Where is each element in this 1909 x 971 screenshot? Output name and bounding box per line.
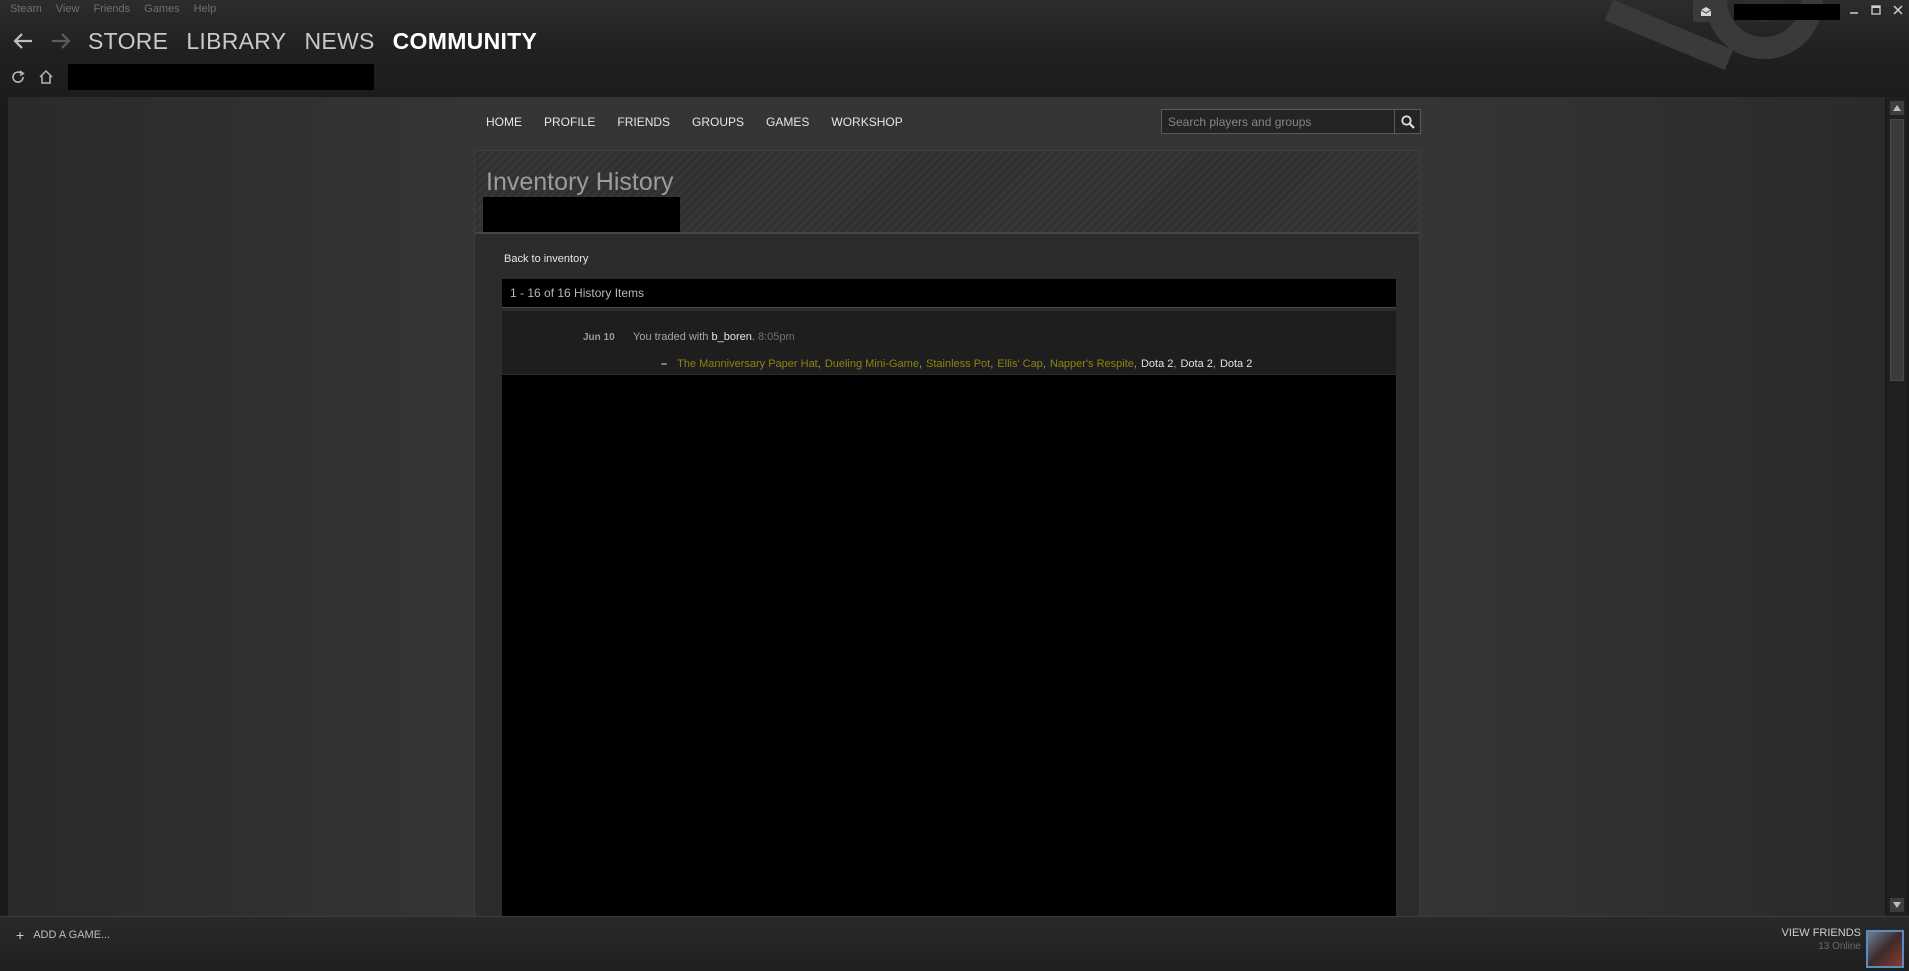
menu-help[interactable]: Help (194, 3, 217, 15)
items-removed-indicator: – (661, 358, 668, 370)
history-description: You traded with b_boren. 8:05pm (633, 331, 795, 343)
scroll-down-icon[interactable] (1890, 898, 1904, 912)
history-row: Jun 10 You traded with b_boren. 8:05pm –… (502, 311, 1396, 374)
main-navigation: STORE LIBRARY NEWS COMMUNITY (0, 20, 537, 62)
subnav-games[interactable]: GAMES (766, 115, 809, 129)
browser-content: HOME PROFILE FRIENDS GROUPS GAMES WORKSH… (8, 97, 1885, 916)
scrollbar-thumb[interactable] (1890, 119, 1904, 381)
item-link[interactable]: Dueling Mini-Game (825, 358, 919, 370)
item-link[interactable]: Ellis' Cap (997, 358, 1043, 370)
item-link[interactable]: Dota 2 (1141, 358, 1173, 370)
add-game-button[interactable]: + ADD A GAME... (16, 927, 110, 943)
tab-news[interactable]: NEWS (304, 28, 374, 55)
item-link[interactable]: Napper's Respite (1050, 358, 1134, 370)
inventory-history-panel: Inventory History Back to inventory 1 - … (474, 150, 1420, 916)
refresh-icon[interactable] (8, 67, 28, 87)
menu-steam[interactable]: Steam (10, 3, 42, 15)
search-button[interactable] (1394, 110, 1420, 133)
subnav-profile[interactable]: PROFILE (544, 115, 595, 129)
tab-store[interactable]: STORE (88, 28, 168, 55)
maximize-icon[interactable] (1865, 0, 1887, 20)
tab-community[interactable]: COMMUNITY (393, 28, 538, 55)
menu-friends[interactable]: Friends (93, 3, 130, 15)
history-time: 8:05pm (758, 331, 795, 343)
search-box (1161, 109, 1421, 134)
plus-icon: + (16, 927, 25, 943)
profile-name-redacted (483, 197, 680, 232)
search-input[interactable] (1162, 110, 1394, 133)
window-controls (1843, 0, 1909, 20)
search-icon (1400, 114, 1415, 129)
notification-button[interactable] (1693, 0, 1719, 22)
url-field-redacted[interactable] (68, 64, 374, 90)
subnav-groups[interactable]: GROUPS (692, 115, 744, 129)
traded-items-list: – The Manniversary Paper Hat, Dueling Mi… (661, 358, 1253, 370)
window-chrome: Steam View Friends Games Help STORE LIBR… (0, 0, 1909, 97)
back-arrow-icon[interactable] (8, 26, 38, 56)
menu-bar: Steam View Friends Games Help (10, 3, 216, 15)
minimize-icon[interactable] (1843, 0, 1865, 20)
vertical-scrollbar[interactable] (1887, 97, 1907, 916)
close-icon[interactable] (1887, 0, 1909, 20)
subnav-workshop[interactable]: WORKSHOP (831, 115, 902, 129)
menu-games[interactable]: Games (144, 3, 179, 15)
history-date: Jun 10 (583, 332, 615, 343)
redacted-history-area (502, 375, 1396, 916)
trade-partner-link[interactable]: b_boren (712, 331, 752, 343)
tab-library[interactable]: LIBRARY (186, 28, 286, 55)
forward-arrow-icon[interactable] (46, 26, 76, 56)
panel-header: Inventory History (475, 151, 1419, 234)
subnav-home[interactable]: HOME (486, 115, 522, 129)
add-game-label: ADD A GAME... (33, 929, 111, 941)
view-friends-button[interactable]: VIEW FRIENDS 13 Online (1782, 927, 1861, 952)
view-friends-label: VIEW FRIENDS (1781, 927, 1861, 939)
scroll-up-icon[interactable] (1890, 101, 1904, 115)
page-title: Inventory History (486, 168, 674, 196)
friends-online-count: 13 Online (1818, 941, 1861, 952)
account-name-redacted[interactable] (1734, 4, 1840, 20)
home-icon[interactable] (36, 67, 56, 87)
history-count-header: 1 - 16 of 16 History Items (502, 279, 1396, 308)
community-subnav: HOME PROFILE FRIENDS GROUPS GAMES WORKSH… (486, 115, 903, 129)
bottom-bar: + ADD A GAME... VIEW FRIENDS 13 Online (0, 916, 1909, 971)
item-link[interactable]: Dota 2 (1180, 358, 1212, 370)
item-link[interactable]: The Manniversary Paper Hat (677, 358, 818, 370)
subnav-friends[interactable]: FRIENDS (617, 115, 670, 129)
history-prefix: You traded with (633, 331, 709, 343)
back-to-inventory-link[interactable]: Back to inventory (504, 253, 588, 265)
item-link[interactable]: Dota 2 (1220, 358, 1252, 370)
item-link[interactable]: Stainless Pot (926, 358, 990, 370)
menu-view[interactable]: View (56, 3, 80, 15)
envelope-icon (1700, 6, 1712, 16)
url-bar-row (8, 64, 374, 90)
avatar[interactable] (1866, 930, 1904, 968)
